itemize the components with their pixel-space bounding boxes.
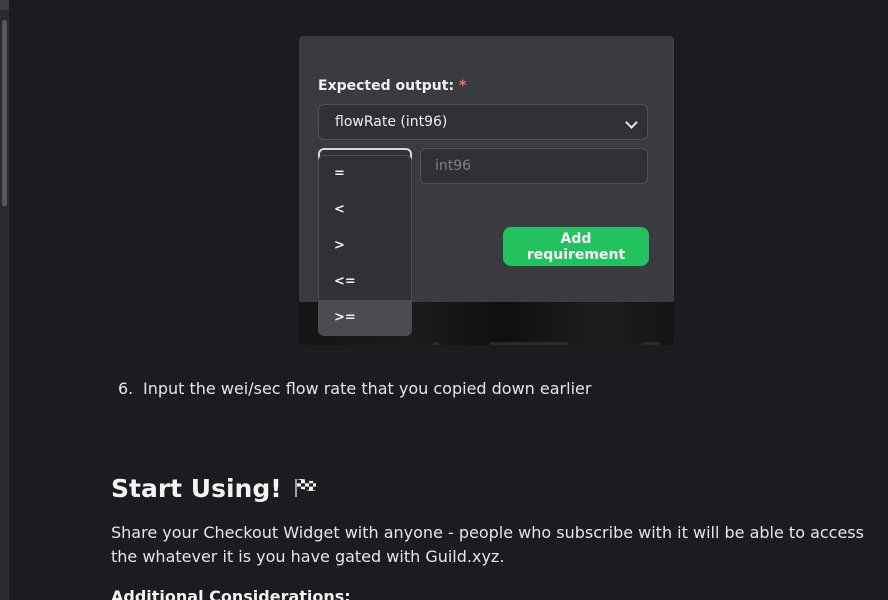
expected-output-label: Expected output: * <box>318 78 467 94</box>
output-select-value: flowRate (int96) <box>335 114 448 130</box>
page-scrollbar[interactable] <box>0 0 9 600</box>
chevron-down-icon <box>625 116 638 129</box>
operator-option-lt[interactable]: < <box>319 192 411 228</box>
operator-option-gte[interactable]: >= <box>319 300 411 335</box>
operator-option-eq[interactable]: = <box>319 156 411 192</box>
operator-option-lte[interactable]: <= <box>319 264 411 300</box>
docs-page: Expected output: * flowRate (int96) >= A… <box>0 0 888 600</box>
operator-option-gt[interactable]: > <box>319 228 411 264</box>
add-requirement-button[interactable]: Add requirement <box>503 227 649 266</box>
list-item: 6. Input the wei/sec flow rate that you c… <box>118 379 591 398</box>
cut-off-text-line <box>339 0 629 2</box>
scrollbar-thumb[interactable] <box>2 20 7 206</box>
required-mark: * <box>458 78 467 94</box>
heading-text: Start Using! <box>111 474 282 503</box>
value-input[interactable] <box>420 148 648 184</box>
paragraph: Share your Checkout Widget with anyone -… <box>111 523 864 566</box>
operator-dropdown: = < > <= >= <box>318 155 412 336</box>
scrollbar-arrow[interactable] <box>0 0 9 10</box>
step-text: Input the wei/sec flow rate that you cop… <box>143 379 592 398</box>
output-select[interactable]: flowRate (int96) <box>318 104 648 140</box>
checkered-flag-icon <box>295 479 317 497</box>
sub-heading: Additional Considerations: <box>111 587 351 600</box>
step-number: 6. <box>118 379 134 398</box>
section-heading: Start Using! <box>111 474 318 503</box>
